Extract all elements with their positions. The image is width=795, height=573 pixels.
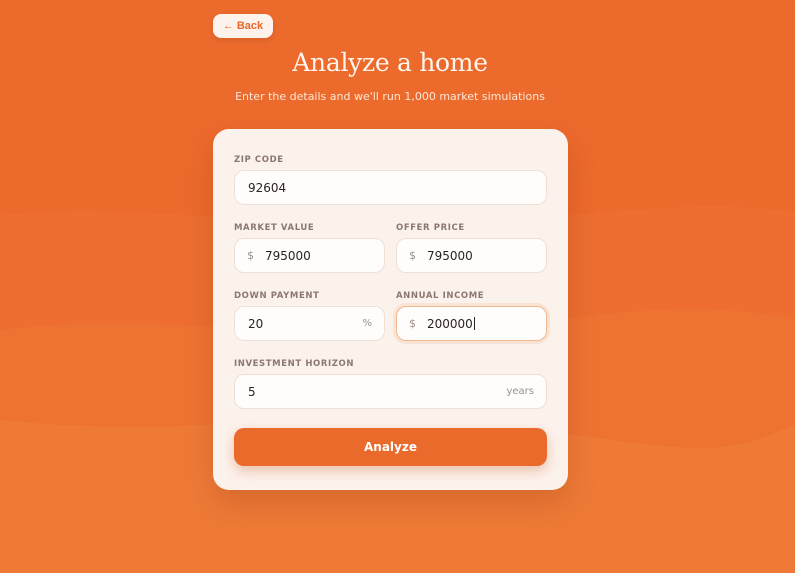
offer-price-field[interactable]: $ 795000 (396, 238, 547, 273)
percent-suffix: % (362, 318, 372, 329)
years-suffix: years (506, 386, 534, 397)
text-cursor (473, 317, 475, 330)
investment-horizon-field[interactable]: 5 years (234, 374, 547, 409)
zip-code-label: ZIP CODE (234, 155, 284, 165)
dollar-prefix: $ (247, 249, 254, 262)
zip-code-value: 92604 (248, 180, 287, 195)
offer-price-label: OFFER PRICE (396, 223, 465, 233)
back-label: Back (236, 20, 264, 32)
annual-income-field[interactable]: $ 200000 (396, 306, 547, 341)
down-payment-value: 20 (248, 316, 264, 331)
market-value-field[interactable]: $ 795000 (234, 238, 385, 273)
down-payment-field[interactable]: 20 % (234, 306, 385, 341)
dollar-prefix: $ (409, 249, 416, 262)
page-subtitle: Enter the details and we'll run 1,000 ma… (235, 90, 545, 103)
down-payment-label: DOWN PAYMENT (234, 291, 320, 301)
annual-income-label: ANNUAL INCOME (396, 291, 485, 301)
annual-income-value: 200000 (427, 316, 473, 331)
analyze-form-card: ZIP CODE 92604 MARKET VALUE $ 795000 OFF… (213, 129, 568, 490)
back-button[interactable]: ← Back (213, 14, 273, 38)
page-title: Analyze a home (292, 48, 488, 77)
investment-horizon-value: 5 (248, 384, 256, 399)
dollar-prefix: $ (409, 317, 416, 330)
left-arrow-icon: ← (222, 20, 234, 32)
market-value-value: 795000 (265, 248, 311, 263)
analyze-button[interactable]: Analyze (234, 428, 547, 466)
investment-horizon-label: INVESTMENT HORIZON (234, 359, 355, 369)
market-value-label: MARKET VALUE (234, 223, 315, 233)
zip-code-field[interactable]: 92604 (234, 170, 547, 205)
offer-price-value: 795000 (427, 248, 473, 263)
